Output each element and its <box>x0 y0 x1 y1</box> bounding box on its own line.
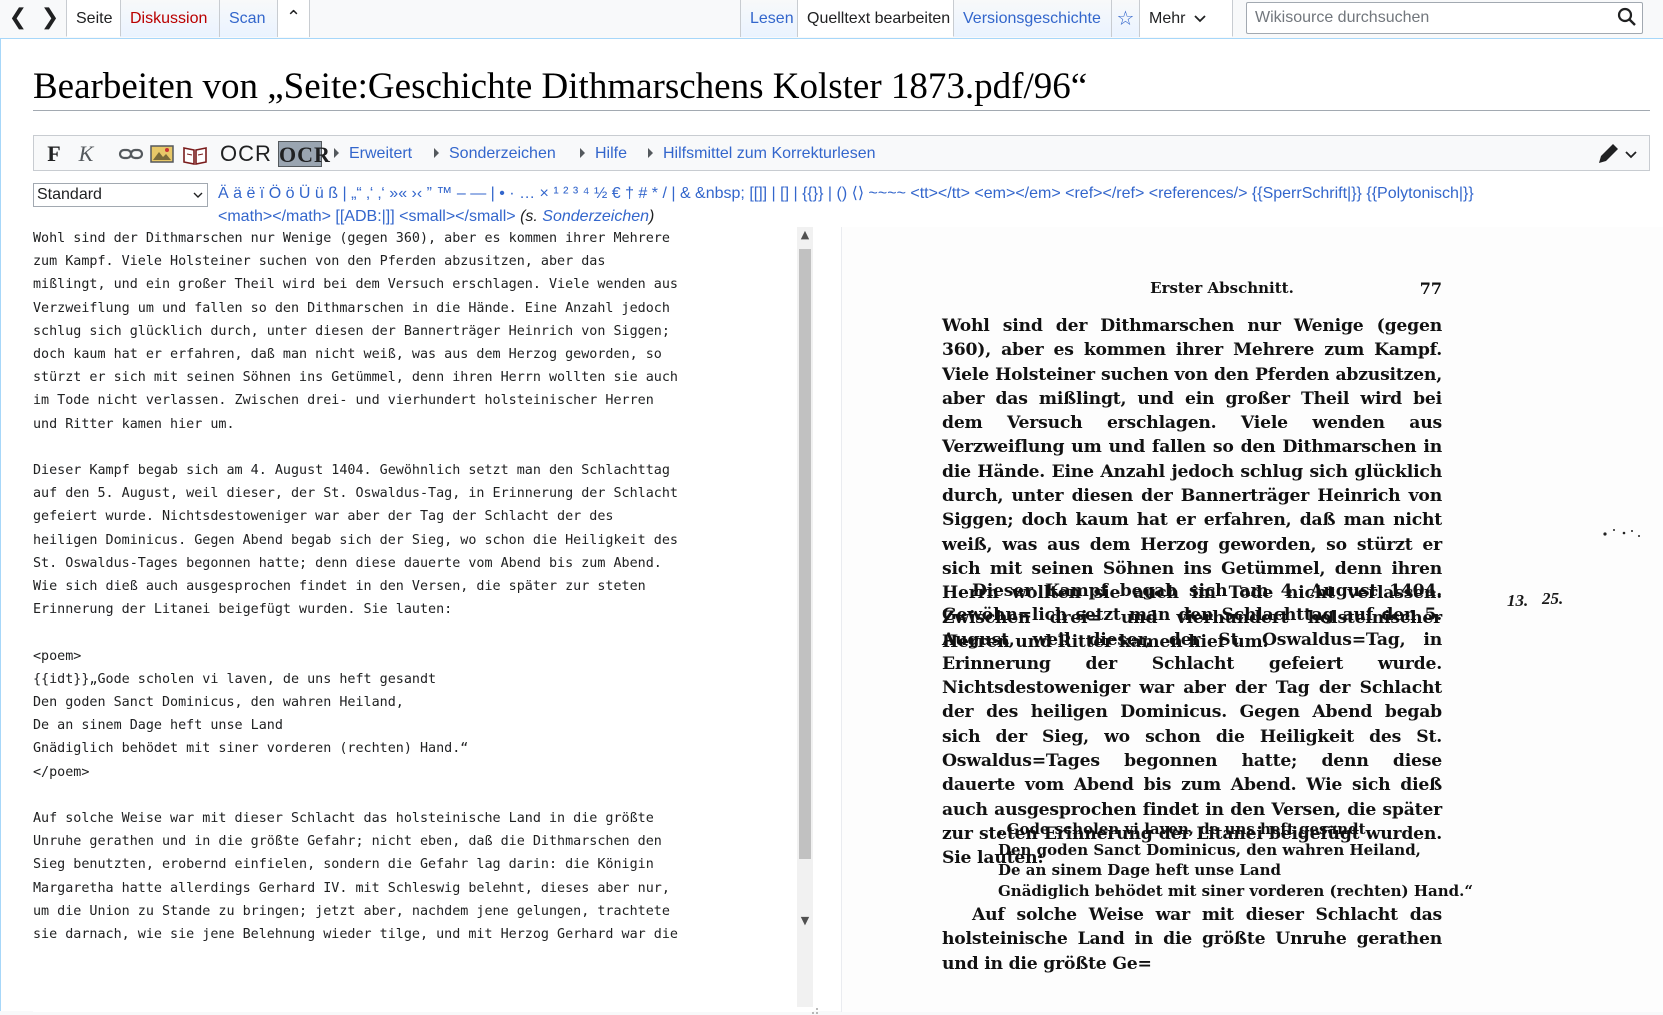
book-icon[interactable] <box>182 140 208 168</box>
menu-erweitert-label: Erweitert <box>349 145 413 162</box>
scan-page-number: 77 <box>1419 279 1442 298</box>
menu-hilfsmittel-label: Hilfsmittel zum Korrekturlesen <box>663 145 876 162</box>
sonderzeichen-note: (s. Sonderzeichen) <box>520 208 654 225</box>
edit-mode-pencil-icon[interactable] <box>1595 141 1641 167</box>
special-chars-links[interactable]: <math></math> [[ADB:|]] <small></small> <box>218 208 516 225</box>
scan-header: Erster Abschnitt. <box>1150 279 1294 297</box>
charset-select[interactable]: Standard <box>33 183 208 207</box>
back-arrow-icon[interactable]: ❮ <box>2 0 34 37</box>
special-chars-row-1[interactable]: Ä ä ë ï Ö ö Ü ü ß | „“ ‚‘ ‚‘ »« ›‹ ” ™ –… <box>218 183 1474 205</box>
more-label: Mehr <box>1149 10 1186 27</box>
expand-triangle-icon <box>580 148 585 158</box>
search-box <box>1246 2 1643 34</box>
scan-image-pane[interactable]: Erster Abschnitt. 77 Wohl sind der Dithm… <box>841 227 1663 1012</box>
scanned-page: Erster Abschnitt. 77 Wohl sind der Dithm… <box>942 227 1640 1012</box>
tab-quelltext-bearbeiten[interactable]: Quelltext bearbeiten <box>798 0 954 37</box>
watch-star-icon[interactable]: ☆ <box>1112 0 1140 37</box>
expand-triangle-icon <box>434 148 439 158</box>
tab-lesen[interactable]: Lesen <box>740 0 798 37</box>
scan-poem: „Gode scholen vi laven, de uns heft gesa… <box>998 820 1473 900</box>
content-area: Bearbeiten von „Seite:Geschichte Dithmar… <box>0 38 1663 1014</box>
link-icon[interactable] <box>118 140 144 168</box>
sonderzeichen-note-suffix: ) <box>649 208 655 225</box>
expand-triangle-icon <box>334 148 339 158</box>
scrollbar-thumb[interactable] <box>799 249 811 859</box>
title-divider <box>33 110 1650 111</box>
more-menu[interactable]: Mehr <box>1140 0 1233 37</box>
sonderzeichen-link[interactable]: Sonderzeichen <box>542 208 649 225</box>
menu-hilfsmittel[interactable]: Hilfsmittel zum Korrekturlesen <box>648 136 876 170</box>
menu-sonderzeichen[interactable]: Sonderzeichen <box>434 136 556 170</box>
special-chars-row-2: <math></math> [[ADB:|]] <small></small> … <box>218 206 654 228</box>
menu-erweitert[interactable]: Erweitert <box>334 136 412 170</box>
scroll-down-arrow-icon[interactable]: ▼ <box>797 913 813 929</box>
tab-diskussion[interactable]: Diskussion <box>121 0 220 37</box>
ocr-alt-button[interactable]: OCR <box>278 141 330 167</box>
search-input[interactable] <box>1247 3 1607 33</box>
source-textarea[interactable]: Wohl sind der Dithmarschen nur Wenige (g… <box>33 227 813 1012</box>
scan-margin-note-2: 25. <box>1542 589 1564 608</box>
editor-toolbar: F K OCR OCR Erweitert Sonderzeichen Hilf… <box>33 135 1650 171</box>
collapse-chevron-icon[interactable]: ⌃ <box>278 0 310 37</box>
scan-paragraph-3: Auf solche Weise war mit dieser Schlacht… <box>942 905 1442 974</box>
ink-specks <box>1603 529 1640 537</box>
top-navigation: ❮ ❯ Seite Diskussion Scan ⌃ Lesen Quellt… <box>0 0 1663 38</box>
page-title: Bearbeiten von „Seite:Geschichte Dithmar… <box>33 66 1088 107</box>
tab-versionsgeschichte[interactable]: Versionsgeschichte <box>954 0 1112 37</box>
forward-arrow-icon[interactable]: ❯ <box>34 0 66 37</box>
source-text[interactable]: Wohl sind der Dithmarschen nur Wenige (g… <box>33 227 793 946</box>
menu-hilfe-label: Hilfe <box>595 145 628 162</box>
italic-button[interactable]: K <box>76 140 96 168</box>
charset-select-value: Standard <box>37 186 102 203</box>
tab-seite[interactable]: Seite <box>66 0 121 37</box>
resize-grip-icon[interactable] <box>811 1007 819 1015</box>
bold-button[interactable]: F <box>44 140 64 168</box>
sonderzeichen-note-prefix: (s. <box>520 208 543 225</box>
tab-scan[interactable]: Scan <box>220 0 278 37</box>
menu-hilfe[interactable]: Hilfe <box>580 136 627 170</box>
image-icon[interactable] <box>150 140 174 168</box>
textarea-scrollbar[interactable]: ▲ ▼ <box>797 227 813 1007</box>
chevron-down-icon <box>1194 15 1206 23</box>
search-icon[interactable] <box>1616 6 1638 28</box>
ocr-button[interactable]: OCR <box>220 140 271 168</box>
scan-margin-note-1: 13. <box>1507 591 1529 610</box>
scroll-up-arrow-icon[interactable]: ▲ <box>797 227 813 243</box>
expand-triangle-icon <box>648 148 653 158</box>
chevron-down-icon <box>193 192 203 198</box>
menu-sonderzeichen-label: Sonderzeichen <box>449 145 556 162</box>
